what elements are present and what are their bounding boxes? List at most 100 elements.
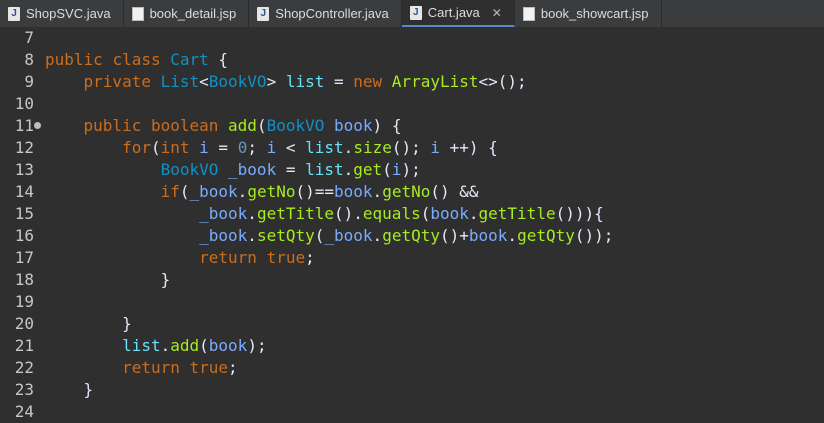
code-token: _book: [199, 226, 248, 245]
close-icon[interactable]: ✕: [492, 6, 502, 20]
code-token: .: [343, 138, 354, 157]
code-token: add: [228, 116, 257, 135]
code-text: return true;: [45, 247, 315, 269]
code-token: size: [353, 138, 392, 157]
code-token: int: [160, 138, 200, 157]
line-number: 23: [14, 380, 34, 399]
code-line[interactable]: 10: [0, 93, 824, 115]
code-token: book: [430, 204, 469, 223]
tab-4[interactable]: book_showcart.jsp: [515, 0, 662, 27]
code-line[interactable]: 14 if(_book.getNo()==book.getNo() &&: [0, 181, 824, 203]
code-line[interactable]: 13 BookVO _book = list.get(i);: [0, 159, 824, 181]
code-text: public class Cart {: [45, 49, 228, 71]
tab-2[interactable]: J ShopController.java: [249, 0, 402, 27]
code-token: i: [430, 138, 441, 157]
fold-marker-icon[interactable]: [34, 122, 41, 129]
code-text: return true;: [45, 357, 238, 379]
code-token: new: [353, 72, 392, 91]
code-token: ().: [334, 204, 363, 223]
code-token: for: [122, 138, 151, 157]
code-line[interactable]: 19: [0, 291, 824, 313]
code-token: .: [237, 182, 248, 201]
code-line[interactable]: 15 _book.getTitle().equals(book.getTitle…: [0, 203, 824, 225]
editor-tab-bar: J ShopSVC.java book_detail.jsp J ShopControl…: [0, 0, 824, 28]
code-token: .: [247, 226, 257, 245]
code-token: _book: [228, 160, 277, 179]
code-line[interactable]: 22 return true;: [0, 357, 824, 379]
code-token: book: [208, 336, 248, 355]
code-text: BookVO _book = list.get(i);: [45, 159, 421, 181]
code-token: _book: [324, 226, 373, 245]
code-token: (: [150, 138, 161, 157]
tab-0[interactable]: J ShopSVC.java: [0, 0, 124, 27]
code-token: }: [160, 270, 171, 289]
tab-label: ShopController.java: [275, 6, 389, 21]
code-token: getTitle: [478, 204, 556, 223]
code-text: _book.getTitle().equals(book.getTitle())…: [45, 203, 604, 225]
code-line[interactable]: 8 public class Cart {: [0, 49, 824, 71]
line-number: 19: [14, 292, 34, 311]
line-number: 9: [24, 72, 34, 91]
code-text: }: [45, 313, 132, 335]
code-token: <>();: [478, 72, 527, 91]
code-token: i: [266, 138, 277, 157]
code-token: add: [170, 336, 200, 355]
code-token: ;: [247, 138, 267, 157]
code-token: ()+: [439, 226, 469, 245]
code-token: ) {: [372, 116, 402, 135]
code-line[interactable]: 18 }: [0, 269, 824, 291]
code-token: BookVO: [266, 116, 335, 135]
code-token: book: [468, 226, 508, 245]
tab-label: book_showcart.jsp: [540, 6, 649, 21]
code-editor[interactable]: 7 8 public class Cart {9 private List<Book…: [0, 27, 824, 421]
code-token: =: [324, 72, 354, 91]
code-token: List: [160, 72, 200, 91]
code-token: >: [266, 72, 286, 91]
code-line[interactable]: 21 list.add(book);: [0, 335, 824, 357]
code-line[interactable]: 23 }: [0, 379, 824, 401]
code-token: (: [256, 116, 267, 135]
code-token: list: [122, 336, 161, 355]
code-token: ArrayList: [391, 72, 479, 91]
code-token: );: [247, 336, 267, 355]
code-token: =: [208, 138, 238, 157]
code-token: 0: [237, 138, 248, 157]
tab-1[interactable]: book_detail.jsp: [124, 0, 250, 27]
code-text: private List<BookVO> list = new ArrayLis…: [45, 71, 527, 93]
code-line[interactable]: 12 for(int i = 0; i < list.size(); i ++)…: [0, 137, 824, 159]
code-token: .: [343, 160, 354, 179]
code-line[interactable]: 20 }: [0, 313, 824, 335]
line-number: 21: [14, 336, 34, 355]
code-line[interactable]: 24: [0, 401, 824, 423]
code-line[interactable]: 11 public boolean add(BookVO book) {: [0, 115, 824, 137]
code-token: list: [285, 72, 325, 91]
code-line[interactable]: 7: [0, 27, 824, 49]
code-line[interactable]: 17 return true;: [0, 247, 824, 269]
code-token: setQty: [256, 226, 315, 245]
code-token: );: [401, 160, 421, 179]
code-token: ())){: [555, 204, 604, 223]
tab-3[interactable]: J Cart.java ✕: [401, 0, 515, 27]
code-token: ;: [228, 358, 238, 377]
line-number: 15: [14, 204, 34, 223]
code-token: {: [208, 50, 229, 69]
code-line[interactable]: 9 private List<BookVO> list = new ArrayL…: [0, 71, 824, 93]
line-number: 20: [14, 314, 34, 333]
code-token: book: [334, 116, 373, 135]
code-line[interactable]: 16 _book.setQty(_book.getQty()+book.getQ…: [0, 225, 824, 247]
code-token: ++) {: [440, 138, 498, 157]
code-token: ());: [574, 226, 614, 245]
code-token: i: [199, 138, 209, 157]
code-token: ;: [305, 248, 315, 267]
line-number: 13: [14, 160, 34, 179]
line-number: 24: [14, 402, 34, 421]
line-number: 12: [14, 138, 34, 157]
line-number: 10: [14, 94, 34, 113]
tab-label: book_detail.jsp: [149, 6, 237, 21]
code-token: get: [353, 160, 383, 179]
code-text: public boolean add(BookVO book) {: [45, 115, 402, 137]
